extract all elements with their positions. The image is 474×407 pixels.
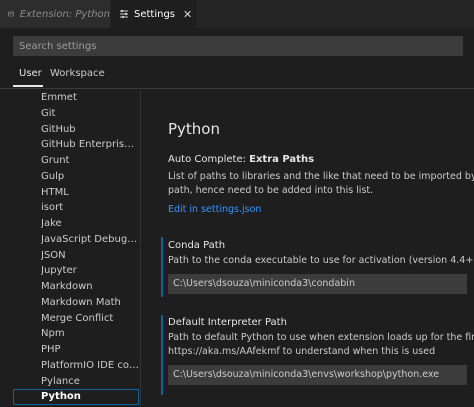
toc-item-pylance[interactable]: Pylance xyxy=(41,374,139,390)
setting-category: Auto Complete: xyxy=(168,154,250,165)
conda-path-input[interactable]: C:\Users\dsouza\miniconda3\condabin xyxy=(168,274,467,294)
toc-item-git[interactable]: Git xyxy=(41,106,139,122)
editor-tab-bar: Extension: Python Settings ✕ xyxy=(0,0,474,28)
section-title: Python xyxy=(168,120,220,138)
toc-item-python[interactable]: Python xyxy=(41,389,139,405)
settings-toc: Emmet Git GitHub GitHub Enterprise Ser..… xyxy=(0,90,141,407)
settings-scope-tabs: User Workspace xyxy=(0,62,474,89)
toc-item-isort[interactable]: isort xyxy=(41,200,139,216)
toc-item-github-enterprise[interactable]: GitHub Enterprise Ser... xyxy=(41,137,139,153)
toc-item-php[interactable]: PHP xyxy=(41,342,139,358)
toc-item-platformio[interactable]: PlatformIO IDE config... xyxy=(41,358,139,374)
python-extension-icon xyxy=(8,11,14,17)
tab-settings[interactable]: Settings ✕ xyxy=(111,0,197,28)
toc-item-emmet[interactable]: Emmet xyxy=(41,90,139,106)
toc-item-json[interactable]: JSON xyxy=(41,248,139,264)
tab-workspace[interactable]: Workspace xyxy=(50,68,105,79)
toc-item-jake[interactable]: Jake xyxy=(41,216,139,232)
tab-extension-python[interactable]: Extension: Python xyxy=(0,0,111,28)
setting-description: List of paths to libraries and the like … xyxy=(168,171,474,182)
toc-item-merge-conflict[interactable]: Merge Conflict xyxy=(41,311,139,327)
toc-item-grunt[interactable]: Grunt xyxy=(41,153,139,169)
settings-editor-pane: Python Auto Complete: Extra Paths List o… xyxy=(141,90,474,407)
edit-in-settings-json-link[interactable]: Edit in settings.json xyxy=(168,204,261,215)
default-interpreter-path-input[interactable]: C:\Users\dsouza\miniconda3\envs\workshop… xyxy=(168,365,467,385)
setting-description: Path to default Python to use when exten… xyxy=(168,332,474,343)
setting-focus-indicator xyxy=(161,315,163,395)
toc-item-javascript-debugger[interactable]: JavaScript Debugger xyxy=(41,232,139,248)
setting-title-default-interpreter-path: Default Interpreter Path xyxy=(168,317,287,328)
tab-user[interactable]: User xyxy=(19,68,42,79)
setting-title-extra-paths: Auto Complete: Extra Paths xyxy=(168,154,314,165)
toc-item-markdown[interactable]: Markdown xyxy=(41,279,139,295)
toc-item-github[interactable]: GitHub xyxy=(41,122,139,138)
toc-item-npm[interactable]: Npm xyxy=(41,326,139,342)
toc-item-html[interactable]: HTML xyxy=(41,185,139,201)
tab-label: Extension: Python xyxy=(19,8,110,20)
settings-lines-icon xyxy=(120,9,128,19)
close-icon[interactable]: ✕ xyxy=(183,9,192,20)
toc-item-jupyter[interactable]: Jupyter xyxy=(41,263,139,279)
tab-label: Settings xyxy=(134,8,176,20)
setting-title-conda-path: Conda Path xyxy=(168,240,226,251)
setting-description: Path to the conda executable to use for … xyxy=(168,255,474,266)
search-settings-input[interactable] xyxy=(13,36,463,56)
toc-item-markdown-math[interactable]: Markdown Math xyxy=(41,295,139,311)
setting-focus-indicator xyxy=(161,237,163,297)
setting-description: path, hence need to be added into this l… xyxy=(168,185,374,196)
toc-item-gulp[interactable]: Gulp xyxy=(41,169,139,185)
active-tab-underline xyxy=(13,85,43,87)
setting-name: Extra Paths xyxy=(249,154,315,165)
setting-description: https://aka.ms/AAfekmf to understand whe… xyxy=(168,346,436,357)
